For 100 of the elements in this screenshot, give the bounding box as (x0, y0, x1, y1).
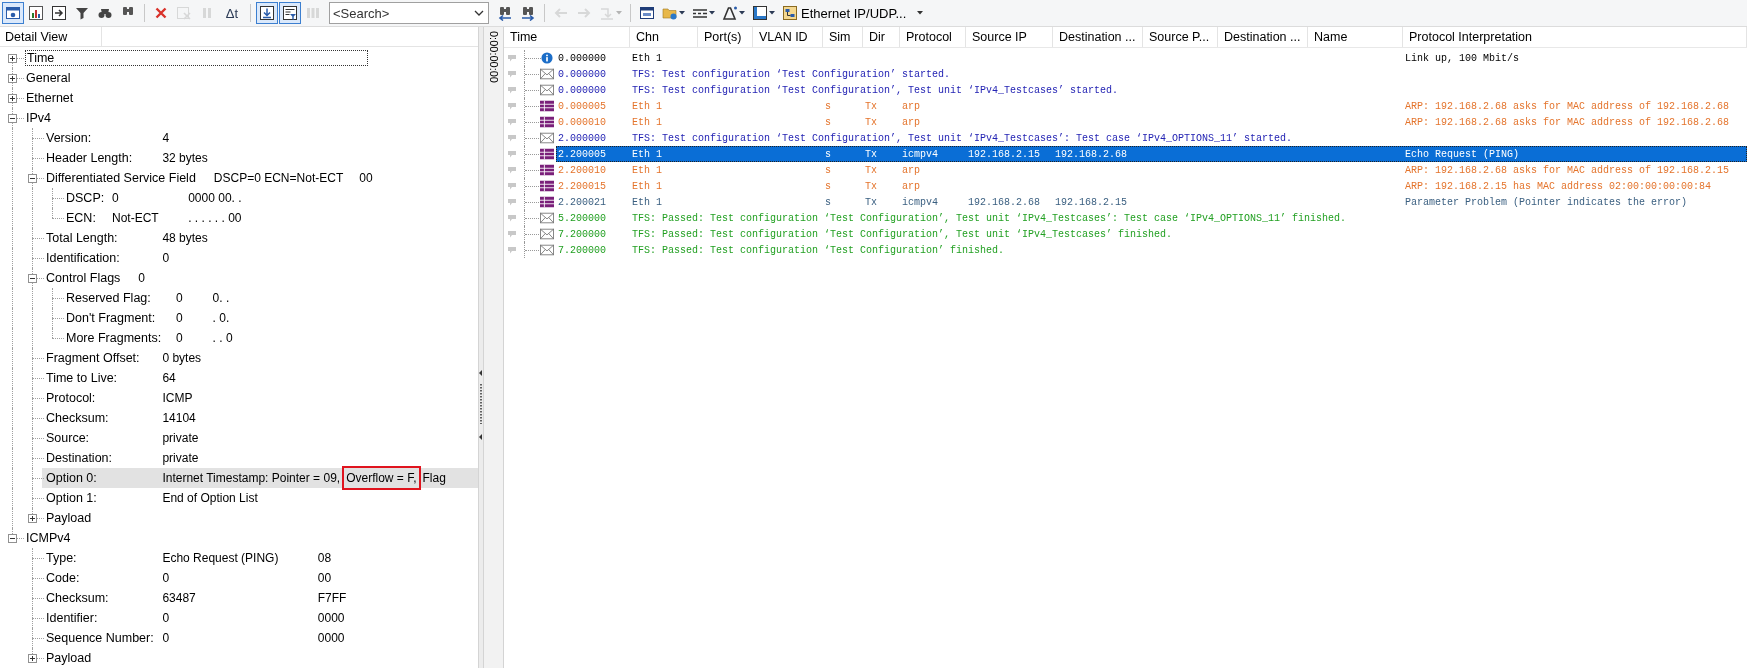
tree-row[interactable]: Option 0: Internet Timestamp: Pointer = 09, Overflow = F, Flag (42, 468, 478, 488)
column-header[interactable]: Sim (823, 27, 863, 47)
table-row[interactable]: 7.200000 TFS: Passed: Test configuration ‘Test Configuration’ finished. (556, 242, 1747, 258)
tree-row[interactable]: Reserved Flag: 0 0. . (62, 288, 478, 308)
find-next-icon (520, 5, 536, 21)
tree-row[interactable]: Fragment Offset: 0 bytes (42, 348, 478, 368)
layout-icon (752, 5, 768, 21)
search-field[interactable]: <Search> (329, 2, 489, 24)
envelope-icon (540, 132, 554, 144)
tree-row[interactable]: Payload (42, 508, 478, 528)
field-value: 0 (138, 271, 146, 285)
table-row[interactable]: 2.000000 TFS: Test configuration ‘Test Configuration’, Test unit ‘IPv4_Testcases’: Test case ‘IPv4_OPTIONS_11’ started. (556, 130, 1747, 146)
expand-icon[interactable] (27, 513, 37, 523)
field-label: Don't Fragment: (66, 311, 157, 325)
column-header[interactable]: VLAN ID (753, 27, 823, 47)
collapse-icon[interactable] (27, 273, 37, 283)
tree-row[interactable]: Checksum: 63487 F7FF (42, 588, 478, 608)
tree-row[interactable]: Total Length: 48 bytes (42, 228, 478, 248)
tree-row[interactable]: Ethernet (22, 88, 478, 108)
table-cell-text: s (824, 196, 832, 208)
tree-row[interactable]: General (22, 68, 478, 88)
column-header[interactable]: Name (1308, 27, 1403, 47)
tree-row[interactable]: Time to Live: 64 (42, 368, 478, 388)
column-header[interactable]: Source P... (1143, 27, 1218, 47)
field-value: 0 (176, 331, 184, 345)
caret-icon (709, 11, 715, 15)
field-value: 0 (162, 611, 171, 625)
table-cell-text: icmpv4 (901, 196, 939, 208)
clear-icon (176, 5, 192, 21)
collapse-icon[interactable] (7, 113, 17, 123)
table-cell-text: arp (901, 180, 921, 192)
field-value: Echo Request (PING) (162, 551, 280, 565)
tree-row[interactable]: More Fragments: 0 . . 0 (62, 328, 478, 348)
table-row[interactable]: 0.000000 TFS: Test configuration ‘Test Configuration’ started. (556, 66, 1747, 82)
tree-row[interactable]: Version: 4 (42, 128, 478, 148)
field-value: End of Option List (162, 491, 258, 505)
expand-icon[interactable] (7, 73, 17, 83)
raw-value: . . . . . . 00 (188, 211, 242, 225)
window-icon (5, 5, 21, 21)
collapse-icon[interactable] (7, 533, 17, 543)
protocol-dropdown[interactable]: Ethernet IP/UDP... (779, 2, 927, 24)
raw-value: F7FF (317, 591, 347, 605)
table-cell-text: 0.000010 (557, 116, 607, 128)
collapse-icon[interactable] (27, 173, 37, 183)
column-header[interactable]: Port(s) (698, 27, 753, 47)
table-cell-text: 2.200010 (557, 164, 607, 176)
tree-row[interactable]: Code: 0 00 (42, 568, 478, 588)
tree-row[interactable]: Payload (42, 648, 478, 668)
toolbar-button[interactable] (279, 2, 301, 24)
tree-row[interactable]: Don't Fragment: 0 . 0. (62, 308, 478, 328)
raw-value: 00 (317, 571, 332, 585)
toolbar-button[interactable] (256, 2, 278, 24)
table-row[interactable]: 0.000000 TFS: Test configuration ‘Test Configuration’, Test unit ‘IPv4_Testcases’ started. (556, 82, 1747, 98)
column-header[interactable]: Protocol (900, 27, 966, 47)
field-value: Not-ECT (112, 211, 160, 225)
column-header[interactable]: Source IP (966, 27, 1053, 47)
column-header[interactable]: Destination ... (1053, 27, 1143, 47)
tree-row[interactable]: Header Length: 32 bytes (42, 148, 478, 168)
column-header[interactable]: Dir (863, 27, 900, 47)
tree-row[interactable]: Type: Echo Request (PING) 08 (42, 548, 478, 568)
column-header[interactable]: Destination ... (1218, 27, 1308, 47)
tree-row[interactable]: ICMPv4 (22, 528, 478, 548)
jump-icon (599, 5, 615, 21)
column-header[interactable]: Time (504, 27, 630, 47)
field-value: Flag (422, 471, 446, 485)
table-row[interactable]: 7.200000 TFS: Passed: Test configuration ‘Test Configuration’, Test unit ‘IPv4_Testcases’ finished. (556, 226, 1747, 242)
table-cell-text: s (824, 100, 832, 112)
table-cell-text: Link up, 100 Mbit/s (1404, 52, 1521, 64)
toolbar-button[interactable] (2, 2, 24, 24)
expand-icon[interactable] (7, 93, 17, 103)
table-row[interactable]: 2.200021 Eth 1 s Tx icmpv4 192.168.2.68 192.168.2.15 Parameter Problem (Pointer indicates the error) (556, 194, 1747, 210)
table-cell-text: 7.200000 (557, 244, 607, 256)
field-value: 0 (162, 251, 170, 265)
toolbar-button[interactable]: Δt (219, 2, 245, 24)
tree-row[interactable]: Source: private (42, 428, 478, 448)
tree-row[interactable]: IPv4 (22, 108, 478, 128)
expand-icon[interactable] (7, 53, 17, 63)
field-value: 0 (112, 191, 120, 205)
tree-row[interactable]: Option 1: End of Option List (42, 488, 478, 508)
tree-row[interactable]: Sequence Number: 0 0000 (42, 628, 478, 648)
tree-row[interactable]: Destination: private (42, 448, 478, 468)
field-label: More Fragments: (66, 331, 163, 345)
table-row[interactable]: 0.000000 Eth 1 Link up, 100 Mbit/s (556, 50, 1747, 66)
tree-row[interactable]: DSCP: 0 0000 00. . (62, 188, 478, 208)
tree-row[interactable]: ECN: Not-ECT . . . . . . 00 (62, 208, 478, 228)
splitter-grip-icon[interactable] (479, 370, 483, 440)
tree-row[interactable]: Differentiated Service Field DSCP=0 ECN=Not-ECT 00 (42, 168, 478, 188)
table-row[interactable]: 5.200000 TFS: Passed: Test configuration ‘Test Configuration’, Test unit ‘IPv4_Testcases’: Test case ‘IPv4_OPTIONS_11’ finished. (556, 210, 1747, 226)
column-header[interactable]: Chn (630, 27, 698, 47)
tree-row[interactable]: Identification: 0 (42, 248, 478, 268)
column-header[interactable]: Protocol Interpretation (1403, 27, 1747, 47)
field-label: Payload (46, 651, 92, 665)
tree-row[interactable]: Protocol: ICMP (42, 388, 478, 408)
expand-icon[interactable] (27, 653, 37, 663)
tree-row[interactable]: Identifier: 0 0000 (42, 608, 478, 628)
tree-row[interactable]: Control Flags 0 (42, 268, 478, 288)
tree-row[interactable]: Checksum: 14104 (42, 408, 478, 428)
table-row[interactable]: 2.200005 Eth 1 s Tx icmpv4 192.168.2.15 192.168.2.68 Echo Request (PING) (556, 146, 1747, 162)
field-label: Fragment Offset: (46, 351, 141, 365)
tree-row[interactable]: Time (22, 48, 478, 68)
